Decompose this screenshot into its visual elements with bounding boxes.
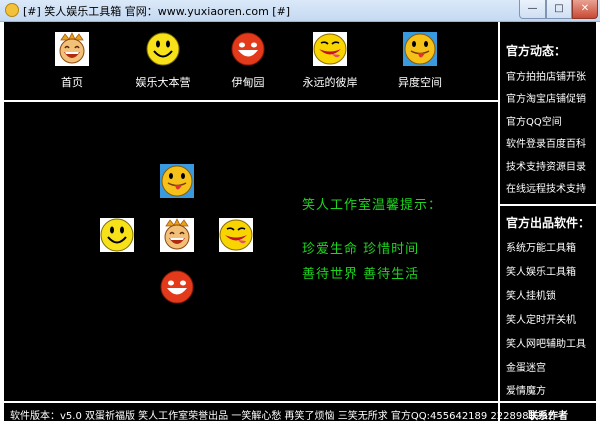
tips-line-1: 珍爱生命 珍惜时间: [302, 242, 420, 257]
window-title: [#] 笑人娱乐工具箱 官网：www.yuxiaoren.com [#]: [23, 5, 291, 18]
news-link[interactable]: 在线远程技术支持: [506, 180, 586, 195]
tips-line-2: 善待世界 善待生活: [302, 267, 420, 282]
software-link[interactable]: 金蛋迷宫: [506, 359, 546, 374]
panel-divider: [500, 204, 596, 206]
news-link[interactable]: 技术支持资源目录: [506, 158, 586, 173]
news-link[interactable]: 软件登录百度百科: [506, 135, 586, 150]
nav-item-home[interactable]: 首页: [37, 32, 107, 90]
software-link[interactable]: 笑人网吧辅助工具: [506, 335, 586, 350]
grinning-face-icon: [313, 32, 347, 66]
red-smiley-icon: [231, 32, 265, 66]
software-link[interactable]: 笑人定时开关机: [506, 311, 576, 326]
maximize-button[interactable]: □: [546, 0, 572, 19]
software-link[interactable]: 笑人娱乐工具箱: [506, 263, 576, 278]
tongue-out-face-icon[interactable]: [160, 164, 194, 198]
red-smiley-icon[interactable]: [160, 270, 194, 304]
laughing-face-icon[interactable]: [160, 218, 194, 252]
minimize-button[interactable]: —: [519, 0, 546, 19]
nav-item-eden[interactable]: 伊甸园: [213, 32, 283, 90]
nav-label: 永远的彼岸: [302, 76, 358, 89]
software-title: 官方出品软件：: [506, 216, 591, 230]
smiley-face-icon[interactable]: [100, 218, 134, 252]
contact-author-button[interactable]: 联系作者: [500, 407, 596, 422]
news-title: 官方动态：: [506, 44, 567, 58]
tips-title: 笑人工作室温馨提示：: [302, 198, 443, 213]
nav-label: 伊甸园: [231, 76, 265, 89]
nav-item-otherworld[interactable]: 异度空间: [385, 32, 455, 90]
nav-label: 异度空间: [398, 76, 442, 89]
top-navigation: 首页 娱乐大本营 伊甸园 永远的彼岸 异度空间: [4, 22, 498, 102]
laughing-face-icon: [55, 32, 89, 66]
nav-label: 首页: [61, 76, 83, 89]
grinning-face-icon[interactable]: [219, 218, 253, 252]
tongue-out-face-icon: [403, 32, 437, 66]
smiley-face-icon: [146, 32, 180, 66]
nav-item-entertainment[interactable]: 娱乐大本营: [128, 32, 198, 90]
title-bar: [#] 笑人娱乐工具箱 官网：www.yuxiaoren.com [#] — □…: [0, 0, 600, 22]
right-panel: 官方动态： 官方拍拍店铺开张 官方淘宝店铺促销 官方QQ空间 软件登录百度百科 …: [500, 22, 596, 399]
app-icon: [5, 3, 19, 17]
nav-label: 娱乐大本营: [135, 76, 191, 89]
software-link[interactable]: 笑人挂机锁: [506, 287, 556, 302]
close-button[interactable]: ✕: [572, 0, 598, 19]
status-bar: 软件版本：v5.0 双蛋祈福版 笑人工作室荣誉出品 一笑解心愁 再笑了烦恼 三笑…: [4, 401, 596, 423]
main-frame: 首页 娱乐大本营 伊甸园 永远的彼岸 异度空间 笑人工作室温馨提示： 珍爱生命 …: [4, 22, 596, 423]
software-link[interactable]: 爱情魔方: [506, 382, 546, 397]
status-text: 软件版本：v5.0 双蛋祈福版 笑人工作室荣誉出品 一笑解心愁 再笑了烦恼 三笑…: [10, 411, 555, 422]
news-link[interactable]: 官方淘宝店铺促销: [506, 90, 586, 105]
nav-item-shore[interactable]: 永远的彼岸: [295, 32, 365, 90]
software-link[interactable]: 系统万能工具箱: [506, 239, 576, 254]
news-link[interactable]: 官方拍拍店铺开张: [506, 68, 586, 83]
news-link[interactable]: 官方QQ空间: [506, 113, 562, 128]
